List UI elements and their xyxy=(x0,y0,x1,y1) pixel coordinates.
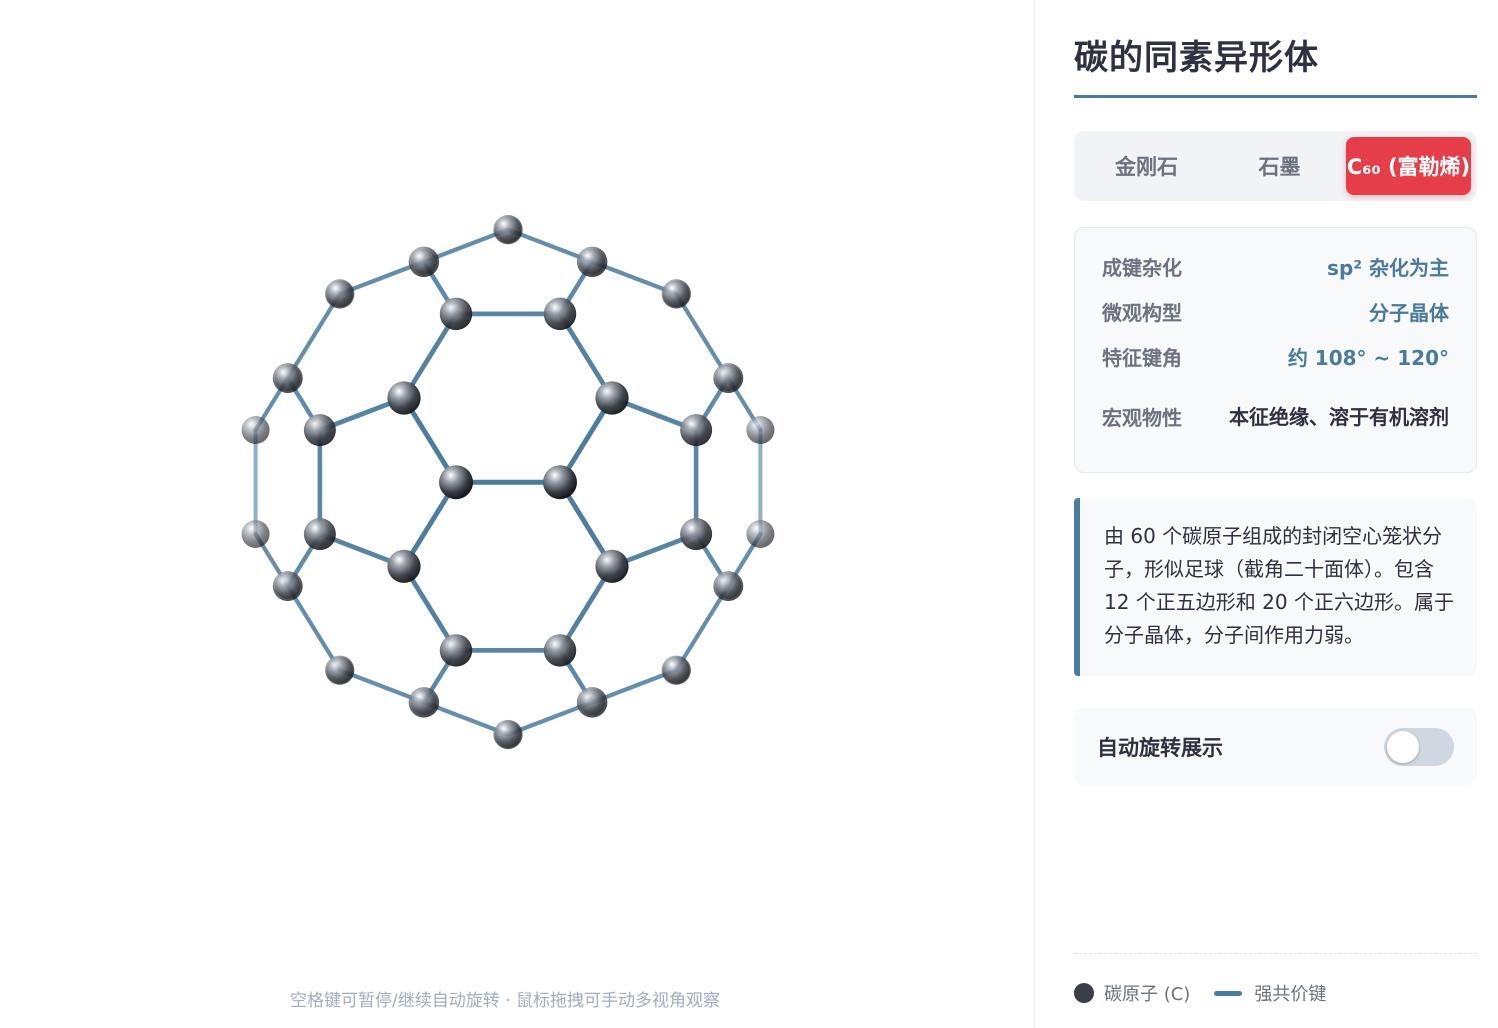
carbon-atom xyxy=(595,549,629,583)
description-box: 由 60 个碳原子组成的封闭空心笼状分子，形似足球（截角二十面体）。包含 12 … xyxy=(1074,498,1477,676)
carbon-atom xyxy=(595,381,629,415)
panel-title: 碳的同素异形体 xyxy=(1074,38,1319,78)
atom-legend-icon xyxy=(1074,983,1094,1003)
carbon-atom xyxy=(408,246,440,278)
carbon-atom xyxy=(303,518,336,551)
carbon-atom xyxy=(576,687,608,718)
legend-divider xyxy=(1074,953,1477,954)
carbon-atom xyxy=(387,381,421,415)
property-row-structure: 微观构型 分子晶体 xyxy=(1102,301,1449,325)
carbon-atom xyxy=(680,518,713,551)
app: 空格键可暂停/继续自动旋转 · 鼠标拖拽可手动多视角观察 碳的同素异形体 金刚石… xyxy=(0,0,1498,1028)
carbon-atom xyxy=(713,363,744,394)
bond-legend-icon xyxy=(1214,990,1243,996)
c60-molecule-canvas[interactable] xyxy=(0,0,1034,1028)
property-row-macro: 宏观物性 本征绝缘、溶于有机溶剂 xyxy=(1102,404,1449,431)
carbon-atom xyxy=(387,549,421,583)
carbon-atom xyxy=(439,465,473,500)
info-panel: 碳的同素异形体 金刚石 石墨 C₆₀ (富勒烯) 成键杂化 sp² 杂化为主 微… xyxy=(1034,0,1498,1028)
molecule-viewer[interactable]: 空格键可暂停/继续自动旋转 · 鼠标拖拽可手动多视角观察 xyxy=(0,0,1034,1028)
legend: 碳原子 (C) 强共价键 xyxy=(1074,980,1326,1006)
carbon-atom xyxy=(661,279,691,309)
carbon-atom xyxy=(713,571,744,602)
carbon-atom xyxy=(241,520,270,548)
carbon-atom xyxy=(543,634,577,667)
carbon-atom xyxy=(576,246,608,278)
legend-atom-label: 碳原子 (C) xyxy=(1104,984,1191,1005)
carbon-atom xyxy=(241,415,270,445)
carbon-atom xyxy=(493,215,523,245)
carbon-atom xyxy=(272,571,303,602)
legend-bond-label: 强共价键 xyxy=(1254,984,1327,1005)
carbon-atom xyxy=(746,520,775,548)
carbon-atom xyxy=(543,465,577,500)
auto-rotate-toggle[interactable] xyxy=(1384,727,1454,766)
carbon-atom xyxy=(661,655,691,685)
toggle-knob xyxy=(1387,730,1419,763)
allotrope-tabs: 金刚石 石墨 C₆₀ (富勒烯) xyxy=(1074,131,1477,201)
auto-rotate-card: 自动旋转展示 xyxy=(1074,708,1477,785)
property-row-bond-angle: 特征键角 约 108° ~ 120° xyxy=(1102,346,1449,370)
property-row-hybridization: 成键杂化 sp² 杂化为主 xyxy=(1102,256,1449,280)
interaction-hint: 空格键可暂停/继续自动旋转 · 鼠标拖拽可手动多视角观察 xyxy=(290,991,720,1011)
carbon-atom xyxy=(493,719,523,750)
carbon-atom xyxy=(272,363,303,394)
tab-diamond[interactable]: 金刚石 xyxy=(1080,137,1213,195)
tab-c60[interactable]: C₆₀ (富勒烯) xyxy=(1346,137,1471,195)
carbon-atom xyxy=(439,634,473,667)
carbon-atom xyxy=(680,414,713,447)
tab-graphite[interactable]: 石墨 xyxy=(1213,137,1346,195)
property-card: 成键杂化 sp² 杂化为主 微观构型 分子晶体 特征键角 约 108° ~ 12… xyxy=(1074,227,1477,473)
carbon-atom xyxy=(746,415,775,445)
carbon-atom xyxy=(543,297,577,331)
title-divider xyxy=(1074,95,1477,98)
carbon-atom xyxy=(408,687,440,718)
carbon-atom xyxy=(303,414,336,447)
carbon-atom xyxy=(325,655,355,685)
auto-rotate-label: 自动旋转展示 xyxy=(1097,735,1223,760)
carbon-atom xyxy=(439,297,473,331)
carbon-atom xyxy=(325,279,355,309)
